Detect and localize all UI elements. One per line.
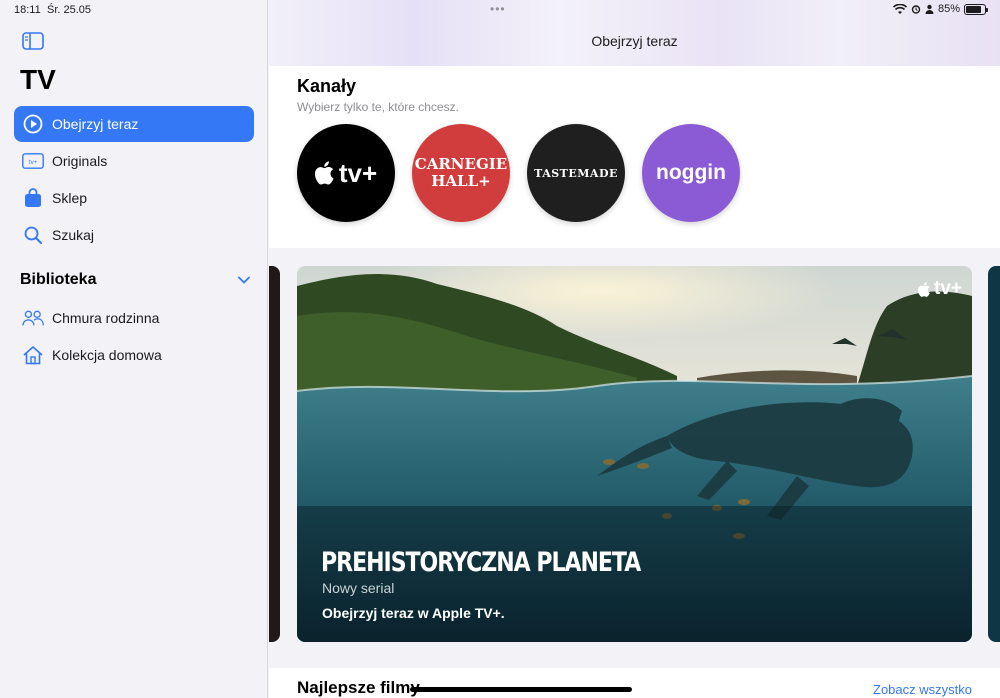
- page-title: Obejrzyj teraz: [591, 33, 678, 49]
- channels-section: Kanały Wybierz tylko te, które chcesz. t…: [269, 66, 1000, 248]
- carousel-previous-card[interactable]: [269, 266, 280, 642]
- channel-label: noggin: [656, 161, 726, 184]
- chevron-down-icon[interactable]: [238, 276, 250, 284]
- sidebar-item-family-cloud[interactable]: Chmura rodzinna: [14, 300, 254, 336]
- sidebar-item-watch-now[interactable]: Obejrzyj teraz: [14, 106, 254, 142]
- hero-subtitle: Nowy serial: [322, 580, 395, 596]
- hero-artwork: [297, 266, 972, 642]
- multitasking-dots-icon[interactable]: •••: [490, 2, 506, 16]
- appletv-icon: tv+: [22, 150, 44, 172]
- library-list: Chmura rodzinna Kolekcja domowa: [14, 300, 254, 374]
- sidebar-item-label: Chmura rodzinna: [52, 310, 160, 326]
- library-title: Biblioteka: [20, 271, 97, 288]
- sidebar-nav: Obejrzyj teraz tv+ Originals Sklep Szuka…: [14, 106, 254, 254]
- sidebar-item-label: Kolekcja domowa: [52, 347, 162, 363]
- channel-carnegie-hall[interactable]: CARNEGIE HALL+: [412, 124, 510, 222]
- person-icon: [925, 4, 934, 14]
- sidebar-item-label: Originals: [52, 153, 108, 169]
- home-indicator[interactable]: [410, 687, 632, 692]
- top-movies-section: Najlepsze filmy Zobacz wszystko: [269, 668, 1000, 698]
- hero-brand-text: tv+: [934, 278, 962, 299]
- channel-noggin[interactable]: noggin: [642, 124, 740, 222]
- sidebar-item-label: Obejrzyj teraz: [52, 116, 139, 132]
- channel-label-line1: CARNEGIE: [414, 155, 508, 173]
- alarm-icon: [911, 5, 921, 14]
- sidebar-item-search[interactable]: Szukaj: [14, 217, 254, 253]
- play-circle-icon: [22, 113, 44, 135]
- sidebar-item-home-collection[interactable]: Kolekcja domowa: [14, 337, 254, 373]
- search-icon: [22, 224, 44, 246]
- bag-icon: [22, 187, 44, 209]
- channels-title: Kanały: [297, 76, 357, 96]
- sidebar-item-originals[interactable]: tv+ Originals: [14, 143, 254, 179]
- section-title: Najlepsze filmy: [297, 678, 420, 697]
- carousel-next-card[interactable]: [988, 266, 1000, 642]
- status-indicators: 85%: [892, 3, 988, 15]
- sidebar-item-label: Szukaj: [52, 227, 95, 243]
- status-time: 18:11: [14, 4, 41, 16]
- hero-cta[interactable]: Obejrzyj teraz w Apple TV+.: [322, 605, 505, 621]
- sidebar-toggle-icon[interactable]: [22, 32, 44, 50]
- wifi-icon: [892, 3, 907, 14]
- house-icon: [22, 344, 44, 366]
- channel-label: tv+: [338, 157, 378, 188]
- channels-subtitle: Wybierz tylko te, które chcesz.: [297, 100, 459, 114]
- svg-text:tv+: tv+: [29, 160, 38, 166]
- see-all-link[interactable]: Zobacz wszystko: [873, 682, 972, 697]
- hero-brand-logo: tv+: [918, 278, 962, 300]
- channel-label-line2: HALL+: [431, 172, 491, 190]
- status-date: Śr. 25.05: [47, 4, 92, 16]
- battery-icon: [964, 3, 988, 15]
- apple-logo-icon: [918, 281, 930, 297]
- battery-percent: 85%: [937, 3, 960, 15]
- channel-apple-tv-plus[interactable]: tv+: [297, 124, 395, 222]
- library-section-header[interactable]: Biblioteka: [20, 271, 250, 289]
- app-title: TV: [20, 64, 56, 95]
- people-icon: [22, 307, 44, 329]
- channel-label: TASTEMADE: [534, 166, 618, 180]
- sidebar-item-store[interactable]: Sklep: [14, 180, 254, 216]
- hero-banner[interactable]: tv+ PREHISTORYCZNA PLANETA Nowy serial O…: [297, 266, 972, 642]
- main-content: Obejrzyj teraz Kanały Wybierz tylko te, …: [269, 0, 1000, 698]
- channel-label: CARNEGIE HALL+: [415, 156, 507, 190]
- channel-tastemade[interactable]: TASTEMADE: [527, 124, 625, 222]
- sidebar-item-label: Sklep: [52, 190, 88, 206]
- apple-logo-icon: [314, 161, 334, 185]
- sidebar: TV Obejrzyj teraz tv+ Originals Sklep Sz…: [0, 0, 268, 698]
- status-bar: 18:11 Śr. 25.05 ••• 85%: [0, 0, 1000, 20]
- hero-title: PREHISTORYCZNA PLANETA: [321, 548, 641, 578]
